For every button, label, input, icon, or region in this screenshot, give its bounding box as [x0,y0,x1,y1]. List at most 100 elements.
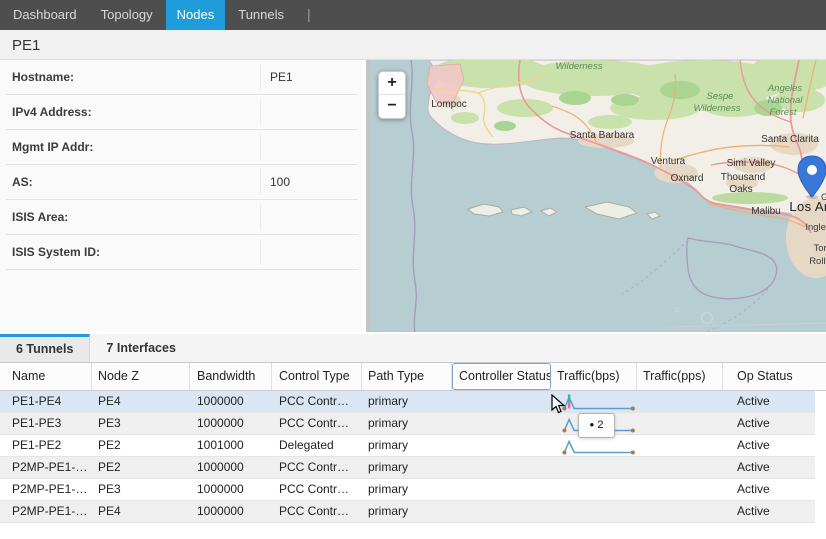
table-row[interactable]: PE1-PE4PE41000000PCC Contr…primaryActive [0,391,815,413]
control-type: Delegated [272,435,362,456]
nav-item-dashboard[interactable]: Dashboard [2,0,88,30]
nav-divider: | [295,0,323,30]
tunnel-name: P2MP-PE1-… [0,479,92,500]
bandwidth: 1001000 [190,435,272,456]
detail-label: IPv4 Address: [12,105,92,119]
column-header-path-type[interactable]: Path Type [362,363,452,390]
map-label: Wilderness [694,103,741,114]
traffic-pps [637,391,723,412]
title-bar: PE1 [0,30,826,60]
traffic-pps [637,479,723,500]
map-label: Forest [770,107,797,118]
map-label: Simi Valley [727,158,776,169]
op-status: Active [723,479,815,500]
control-type: PCC Contr… [272,413,362,434]
node-z: PE3 [92,413,190,434]
nav-item-nodes[interactable]: Nodes [166,0,226,30]
traffic-pps [637,435,723,456]
controller-status [452,457,551,478]
mouse-cursor-icon [551,394,566,414]
tunnels-table-header: Name Node Z Bandwidth Control Type Path … [0,363,826,391]
bandwidth: 1000000 [190,479,272,500]
zoom-out-button[interactable]: − [379,95,405,118]
detail-label: Hostname: [12,70,74,84]
traffic-sparkline[interactable] [561,436,637,456]
node-z: PE2 [92,457,190,478]
control-type: PCC Contr… [272,501,362,522]
table-row[interactable]: PE1-PE2PE21001000Delegatedprimary Active [0,435,815,457]
table-row[interactable]: P2MP-PE1-…PE31000000PCC Contr…primaryAct… [0,479,815,501]
column-header-controller-status[interactable]: Controller Status [452,363,551,390]
path-type: primary [362,479,452,500]
table-row[interactable]: P2MP-PE1-…PE41000000PCC Contr…primaryAct… [0,501,815,523]
detail-separator [260,169,261,195]
tunnel-name: PE1-PE4 [0,391,92,412]
traffic-bps [551,501,637,522]
path-type: primary [362,501,452,522]
map-label: Thousand [721,172,765,183]
detail-separator [260,204,261,230]
traffic-pps [637,501,723,522]
tab-tunnels[interactable]: 6 Tunnels [0,334,90,362]
controller-status [452,435,551,456]
column-header-bandwidth[interactable]: Bandwidth [190,363,272,390]
column-header-control-type[interactable]: Control Type [272,363,362,390]
bottom-tab-bar: 6 Tunnels 7 Interfaces [0,334,826,363]
node-z: PE2 [92,435,190,456]
traffic-pps [637,413,723,434]
control-type: PCC Contr… [272,391,362,412]
node-z: PE4 [92,391,190,412]
traffic-sparkline[interactable] [561,392,637,412]
column-header-node-z[interactable]: Node Z [92,363,190,390]
tooltip-value: 2 [597,419,603,431]
op-status: Active [723,435,815,456]
traffic-bps [551,435,637,456]
table-row[interactable]: P2MP-PE1-…PE21000000PCC Contr…primaryAct… [0,457,815,479]
detail-row-as: AS: 100 [6,165,358,200]
map-label: Rolling Hills [809,256,826,267]
tunnels-table-body: PE1-PE4PE41000000PCC Contr…primaryActive… [0,391,826,523]
column-header-op-status[interactable]: Op Status [723,363,826,390]
map-zoom-control: + − [378,71,406,119]
map-canvas: WildernessLompocSespeWildernessAngelesNa… [370,60,826,332]
bandwidth: 1000000 [190,501,272,522]
nav-item-topology[interactable]: Topology [90,0,164,30]
detail-label: ISIS Area: [12,210,68,224]
op-status: Active [723,457,815,478]
tab-interfaces[interactable]: 7 Interfaces [90,334,191,362]
controller-status [452,501,551,522]
map-panel[interactable]: WildernessLompocSespeWildernessAngelesNa… [366,60,826,332]
controller-status [452,391,551,412]
path-type: primary [362,435,452,456]
sparkline-tooltip: ●2 [578,413,615,438]
controller-status [452,413,551,434]
map-label: Oaks [729,184,752,195]
detail-row-mgmt-ip: Mgmt IP Addr: [6,130,358,165]
map-label: Lompoc [431,99,467,110]
table-row[interactable]: PE1-PE3PE31000000PCC Contr…primaryActive [0,413,815,435]
detail-value: PE1 [270,70,293,84]
tooltip-dot-icon: ● [590,420,595,429]
zoom-in-button[interactable]: + [379,72,405,95]
path-type: primary [362,413,452,434]
column-header-traffic-bps[interactable]: Traffic(bps) [551,363,637,390]
nav-item-tunnels[interactable]: Tunnels [227,0,295,30]
bandwidth: 1000000 [190,391,272,412]
map-label: Ventura [651,156,686,167]
map-label: Inglewood [805,222,826,233]
detail-separator [260,64,261,90]
column-header-name[interactable]: Name [0,363,92,390]
detail-row-hostname: Hostname: PE1 [6,60,358,95]
tunnel-name: PE1-PE2 [0,435,92,456]
node-details-panel: Hostname: PE1 IPv4 Address: Mgmt IP Addr… [0,60,362,332]
bandwidth: 1000000 [190,457,272,478]
top-nav-bar: Dashboard Topology Nodes Tunnels | [0,0,826,30]
map-label: National [768,95,804,106]
detail-row-isis-system-id: ISIS System ID: [6,235,358,270]
detail-row-ipv4: IPv4 Address: [6,95,358,130]
traffic-bps [551,457,637,478]
map-label: Wilderness [556,61,603,72]
column-header-traffic-pps[interactable]: Traffic(pps) [637,363,723,390]
tunnel-name: PE1-PE3 [0,413,92,434]
detail-label: Mgmt IP Addr: [12,140,93,154]
